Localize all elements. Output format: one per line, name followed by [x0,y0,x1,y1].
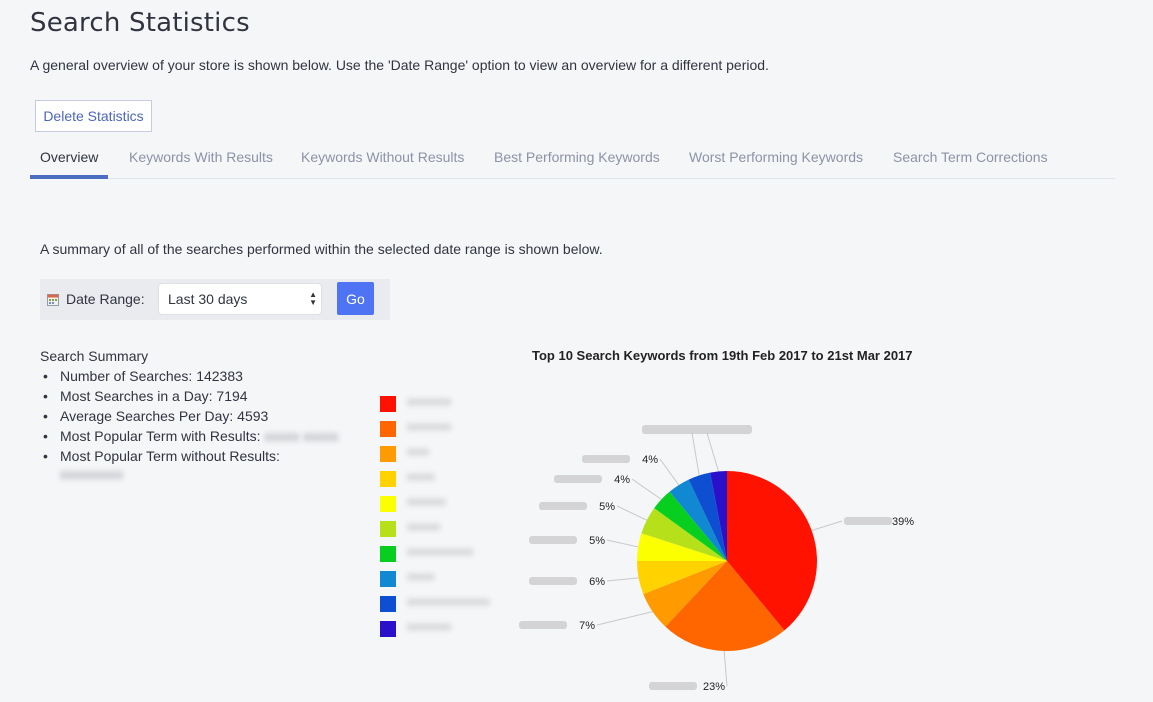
pie-data-label: 5% [589,535,605,547]
legend-swatch [380,396,396,412]
summary-value: 4593 [237,408,269,424]
summary-intro: A summary of all of the searches perform… [40,241,603,257]
pie-slice [637,533,727,561]
legend-swatch [380,571,396,587]
calendar-icon [47,294,59,306]
summary-item: Most Popular Term with Results: xxxxx xx… [40,428,338,448]
pie-category-label-blurred [529,536,577,544]
pie-leader-line [706,432,720,472]
summary-label: Most Popular Term with Results: [60,428,261,444]
go-button[interactable]: Go [337,282,374,315]
pie-data-label: 4% [614,474,630,486]
summary-value: 142383 [196,368,243,384]
tab-keywords-with-results[interactable]: Keywords With Results [129,140,273,178]
pie-leader-line [723,650,728,687]
legend-label: xxxxx [407,571,435,583]
legend-label: xxxxxx [407,521,440,533]
pie-leader-line [659,458,680,486]
select-arrows-icon: ▲ ▼ [309,290,317,307]
summary-item: Most Popular Term without Results: xxxxxx… [40,448,338,488]
date-range-label: Date Range: [66,291,145,307]
legend-swatch [380,421,396,437]
legend-swatch [380,496,396,512]
legend-label: xxxxxxxxxxxx [407,546,473,558]
pie-slice [643,561,727,627]
pie-leader-line [596,611,653,626]
summary-label: Number of Searches: [60,368,193,384]
date-range-value: Last 30 days [168,291,248,307]
pie-leader-line [606,577,639,582]
pie-category-label-blurred [642,425,752,434]
pie-slice [654,491,727,561]
pie-leader-line [606,539,639,548]
legend-swatch [380,546,396,562]
legend-label: xxxxxxx [407,496,446,508]
pie-slice [727,471,818,631]
tab-best-performing-keywords[interactable]: Best Performing Keywords [494,140,660,178]
search-summary-title: Search Summary [40,348,149,364]
search-summary-list: Number of Searches: 142383 Most Searches… [40,368,338,488]
summary-item: Average Searches Per Day: 4593 [40,408,338,428]
pie-category-label-blurred [519,621,567,629]
pie-slice [641,508,727,561]
pie-data-label: 5% [599,501,615,513]
tab-bar: Overview Keywords With Results Keywords … [30,140,1115,179]
pie-slice [710,471,727,561]
pie-leader-line [631,478,662,500]
summary-value-blurred: xxxxx xxxxx [264,428,339,444]
chart-title: Top 10 Search Keywords from 19th Feb 201… [532,348,913,363]
pie-slice [688,472,727,561]
pie-category-label-blurred [539,502,587,510]
pie-data-label: 6% [589,576,605,588]
pie-data-label: 4% [642,454,658,466]
tab-overview[interactable]: Overview [30,140,109,179]
legend-swatch [380,521,396,537]
tab-worst-performing-keywords[interactable]: Worst Performing Keywords [689,140,863,178]
legend-swatch [380,471,396,487]
summary-label: Average Searches Per Day: [60,408,234,424]
pie-slice [637,561,727,595]
pie-data-label: 23% [703,681,725,693]
legend-label: xxxxx [407,471,435,483]
pie-category-label-blurred [554,475,602,483]
legend-swatch [380,621,396,637]
legend-label: xxxxxxxx [407,621,451,633]
summary-value-blurred: xxxxxxxxx [60,466,123,482]
pie-data-label: 39% [892,516,914,528]
pie-category-label-blurred [529,577,577,585]
pie-leader-line [691,432,700,476]
summary-label: Most Popular Term without Results: [60,448,280,464]
legend-label: xxxxxxxx [407,396,451,408]
date-range-filter: Date Range: Last 30 days ▲ ▼ Go [40,279,390,320]
page-title: Search Statistics [30,8,250,38]
legend-label: xxxxxxxxxxxxxxx [407,596,490,608]
pie-category-label-blurred [649,682,697,690]
pie-slice [669,479,727,561]
pie-slice [665,561,785,652]
tab-search-term-corrections[interactable]: Search Term Corrections [893,140,1048,178]
legend-swatch [380,596,396,612]
legend-label: xxxxxxxx [407,421,451,433]
legend-label: xxxx [407,446,429,458]
pie-leader-line [811,520,843,531]
pie-data-label: 7% [579,620,595,632]
tab-keywords-without-results[interactable]: Keywords Without Results [301,140,464,178]
summary-value: 7194 [216,388,248,404]
delete-statistics-button[interactable]: Delete Statistics [35,100,152,132]
legend-swatch [380,446,396,462]
pie-category-label-blurred [582,455,630,463]
page-intro: A general overview of your store is show… [30,57,769,73]
summary-item: Number of Searches: 142383 [40,368,338,388]
summary-item: Most Searches in a Day: 7194 [40,388,338,408]
summary-label: Most Searches in a Day: [60,388,213,404]
pie-category-label-blurred [844,517,892,525]
pie-leader-line [616,505,648,521]
date-range-select[interactable]: Last 30 days ▲ ▼ [158,283,322,315]
